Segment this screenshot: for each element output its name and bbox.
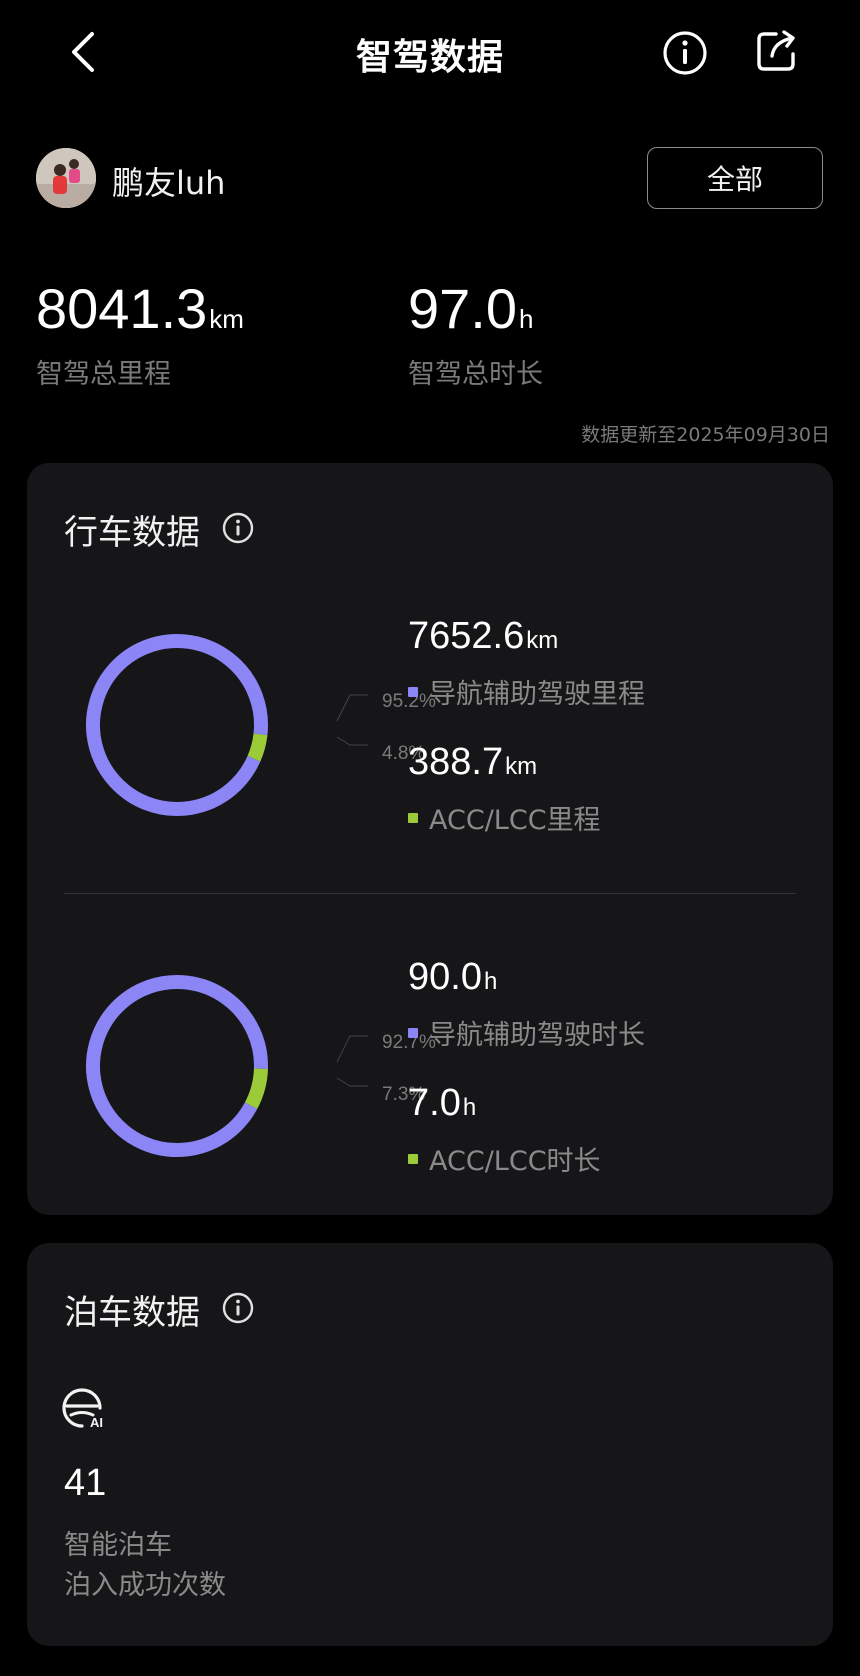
distance-arc-primary [86,634,268,816]
share-icon[interactable] [754,28,800,74]
legend-nav-assist-duration: 导航辅助驾驶时长 [408,1013,645,1052]
parking-count: 41 [64,1462,107,1504]
nav-assist-duration: 90.0h [408,956,497,999]
acc-lcc-distance: 388.7km [408,741,537,784]
nav-assist-distance-value: 7652.6 [408,615,525,657]
total-duration: 97.0h [408,276,533,341]
update-timestamp: 数据更新至2025年09月30日 [581,424,830,446]
username: 鹏友luh [112,164,226,202]
total-distance-unit: km [209,304,244,334]
legend-swatch-secondary [408,812,418,823]
ai-parking-icon: AI [62,1388,103,1428]
nav-assist-distance: 7652.6km [408,615,558,658]
duration-donut-chart: 92.7% 7.3% [86,975,436,1157]
legend-nav-assist-distance: 导航辅助驾驶里程 [408,672,645,711]
driving-section-title: 行车数据 [64,513,200,553]
total-distance: 8041.3km [36,276,244,341]
distance-arc-secondary [247,733,268,762]
acc-lcc-duration: 7.0h [408,1082,476,1125]
legend-label: ACC/LCC里程 [429,805,601,836]
nav-assist-distance-unit: km [526,627,559,654]
page-title: 智驾数据 [355,37,504,78]
nav-assist-duration-unit: h [483,968,498,995]
ai-parking-icon-text: AI [90,1415,103,1428]
parking-label-line2: 泊入成功次数 [64,1570,226,1601]
total-duration-unit: h [519,304,534,334]
filter-all-button[interactable]: 全部 [647,147,823,209]
legend-label: ACC/LCC时长 [429,1146,601,1177]
info-icon[interactable] [662,30,708,76]
avatar[interactable] [36,148,96,208]
total-duration-value: 97.0 [408,277,517,340]
nav-assist-duration-value: 90.0 [408,956,482,998]
legend-swatch-primary [408,1027,418,1038]
parking-section-title: 泊车数据 [64,1293,200,1333]
total-duration-label: 智驾总时长 [408,359,543,390]
legend-acc-lcc-distance: ACC/LCC里程 [408,798,601,837]
legend-acc-lcc-duration: ACC/LCC时长 [408,1139,601,1178]
legend-swatch-primary [408,686,418,697]
duration-arc-secondary [244,1068,268,1109]
duration-arc-primary [86,975,268,1157]
legend-label: 导航辅助驾驶里程 [429,679,645,710]
acc-lcc-duration-unit: h [462,1094,477,1121]
parking-info-icon[interactable] [222,1292,254,1324]
legend-swatch-secondary [408,1153,418,1164]
duration-donut-arcs [86,975,268,1157]
legend-label: 导航辅助驾驶时长 [429,1020,645,1051]
total-distance-value: 8041.3 [36,277,208,340]
distance-donut-arcs [86,634,268,816]
distance-donut-chart: 95.2% 4.8% [86,634,436,816]
acc-lcc-distance-unit: km [505,753,538,780]
card-divider [64,893,796,894]
acc-lcc-duration-value: 7.0 [408,1082,461,1124]
acc-lcc-distance-value: 388.7 [408,741,504,783]
total-distance-label: 智驾总里程 [36,359,171,390]
driving-info-icon[interactable] [222,512,254,544]
parking-label-line1: 智能泊车 [64,1530,172,1561]
